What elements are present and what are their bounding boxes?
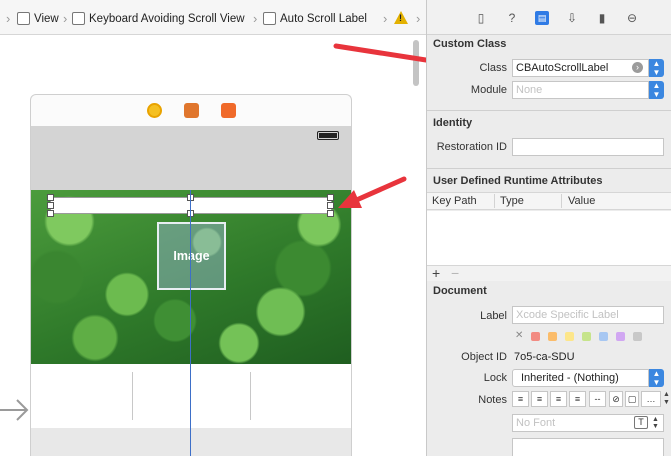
exit-icon[interactable]	[221, 103, 236, 118]
align-left-icon[interactable]: ≡	[512, 391, 529, 407]
color-swatch-red[interactable]	[531, 332, 540, 341]
attributes-icon[interactable]: ⇩	[565, 11, 579, 25]
notes-text-area[interactable]	[512, 438, 664, 456]
scene-dock	[30, 94, 352, 126]
identity-title: Identity	[433, 117, 473, 129]
navigation-bar[interactable]	[31, 126, 351, 190]
class-dropdown-button[interactable]: ▲ ▼	[649, 59, 664, 77]
view-icon	[72, 12, 85, 25]
breadcrumb-item-auto-scroll-label[interactable]: Auto Scroll Label	[263, 10, 367, 27]
font-stepper-icon[interactable]: ▲ ▼	[652, 416, 659, 430]
column-separator	[561, 194, 562, 208]
color-swatch-blue[interactable]	[599, 332, 608, 341]
lock-popup-arrows[interactable]: ▲ ▼	[649, 369, 664, 387]
udra-title: User Defined Runtime Attributes	[433, 175, 603, 187]
view-controller-icon[interactable]	[147, 103, 162, 118]
resize-handle[interactable]	[47, 194, 54, 201]
module-dropdown-button[interactable]: ▲ ▼	[649, 81, 664, 99]
lock-label: Lock	[483, 372, 507, 384]
size-icon[interactable]: ▮	[595, 11, 609, 25]
view-icon	[17, 12, 30, 25]
breadcrumb-label: View	[34, 12, 59, 25]
divider-line	[250, 372, 251, 420]
color-swatch-yellow[interactable]	[565, 332, 574, 341]
breadcrumb-separator: ›	[253, 11, 258, 26]
lock-popup[interactable]: Inherited - (Nothing)	[512, 369, 649, 387]
object-id-value: 7o5-ca-SDU	[514, 351, 575, 363]
entry-point-arrow-icon	[0, 399, 29, 421]
restoration-id-label: Restoration ID	[436, 141, 507, 153]
restoration-id-field[interactable]	[512, 138, 664, 156]
section-divider	[427, 110, 671, 111]
resize-handle[interactable]	[47, 210, 54, 217]
color-swatch-gray[interactable]	[633, 332, 642, 341]
edit-icon[interactable]: ⊘	[609, 391, 623, 407]
navigate-to-class-icon[interactable]: ›	[632, 62, 643, 73]
label-icon	[263, 12, 276, 25]
view-controller-scene[interactable]: Image	[30, 126, 352, 456]
color-swatch-purple[interactable]	[616, 332, 625, 341]
module-field[interactable]: None	[512, 81, 649, 99]
notes-label: Notes	[478, 394, 507, 406]
color-swatch-orange[interactable]	[548, 332, 557, 341]
inspector-tab-bar: ▯ ? ▤ ⇩ ▮ ⊖	[427, 0, 671, 35]
remove-attribute-button[interactable]: −	[451, 266, 459, 280]
battery-icon	[317, 131, 339, 140]
bottom-bar	[31, 428, 351, 456]
color-swatch-green[interactable]	[582, 332, 591, 341]
help-icon[interactable]: ?	[505, 11, 519, 25]
breadcrumb-item-view[interactable]: View	[17, 10, 59, 27]
udra-footer: + −	[427, 265, 671, 281]
file-icon[interactable]: ▯	[474, 11, 488, 25]
identity-inspector: ▯ ? ▤ ⇩ ▮ ⊖ Custom Class Class CBAutoScr…	[426, 0, 671, 456]
breadcrumb-separator: ›	[416, 11, 421, 26]
class-label: Class	[479, 62, 507, 74]
border-icon[interactable]: ▢	[625, 391, 639, 407]
type-column-header[interactable]: Type	[500, 195, 524, 207]
key-path-column-header[interactable]: Key Path	[432, 195, 477, 207]
more-options-icon[interactable]: …	[641, 391, 661, 407]
breadcrumb-item-keyboard-avoiding-scroll-view[interactable]: Keyboard Avoiding Scroll View	[72, 10, 245, 27]
connections-icon[interactable]: ⊖	[625, 11, 639, 25]
jump-bar: › View › Keyboard Avoiding Scroll View ›…	[0, 0, 426, 35]
no-color-icon[interactable]: ✕	[515, 330, 523, 341]
breadcrumb-separator: ›	[383, 11, 388, 26]
udra-table-body[interactable]	[427, 211, 671, 265]
first-responder-icon[interactable]	[184, 103, 199, 118]
value-column-header[interactable]: Value	[568, 195, 595, 207]
udra-table-header: Key Path Type Value	[427, 192, 671, 210]
annotation-arrow-icon	[338, 176, 407, 208]
content-area[interactable]	[31, 364, 351, 428]
align-justify-icon[interactable]: ≡	[569, 391, 586, 407]
canvas-scrollbar[interactable]	[413, 40, 419, 450]
custom-class-title: Custom Class	[433, 38, 507, 50]
breadcrumb-separator: ›	[63, 11, 68, 26]
column-separator	[494, 194, 495, 208]
align-right-icon[interactable]: ≡	[550, 391, 567, 407]
warning-mark: !	[399, 13, 402, 23]
add-attribute-button[interactable]: +	[432, 266, 440, 280]
document-title: Document	[433, 285, 487, 297]
font-picker-icon[interactable]: T	[634, 416, 648, 429]
divider-line	[132, 372, 133, 420]
class-field[interactable]: CBAutoScrollLabel	[512, 59, 649, 77]
object-id-label: Object ID	[461, 351, 507, 363]
image-view[interactable]: Image	[31, 190, 351, 364]
label-label: Label	[480, 310, 507, 322]
module-label: Module	[470, 84, 507, 96]
resize-handle[interactable]	[47, 202, 54, 209]
xcode-label-field[interactable]: Xcode Specific Label	[512, 306, 664, 324]
breadcrumb-label: Keyboard Avoiding Scroll View	[89, 12, 245, 25]
breadcrumb-separator: ›	[6, 11, 11, 26]
notes-stepper-icon[interactable]: ▲ ▼	[663, 391, 670, 407]
strikethrough-icon[interactable]: ‑‑	[589, 391, 606, 407]
identity-icon[interactable]: ▤	[535, 11, 549, 25]
align-center-icon[interactable]: ≡	[531, 391, 548, 407]
alignment-guide	[190, 190, 191, 456]
section-divider	[427, 168, 671, 169]
breadcrumb-label: Auto Scroll Label	[280, 12, 367, 25]
image-placeholder[interactable]: Image	[157, 222, 226, 290]
